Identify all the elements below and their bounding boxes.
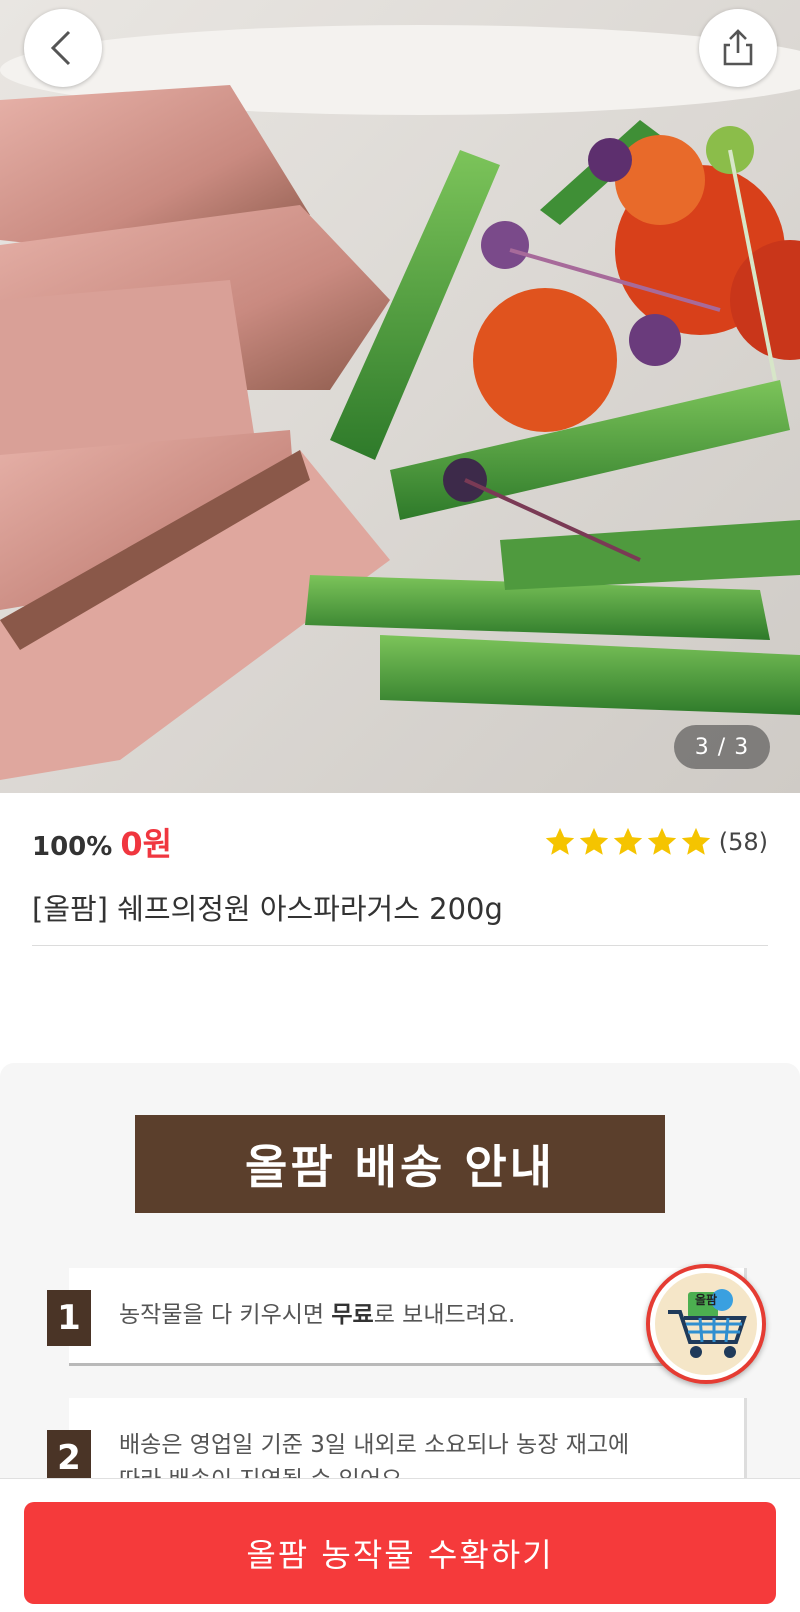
step-text-part: 로 보내드려요. xyxy=(373,1302,516,1328)
chevron-left-icon xyxy=(50,30,71,66)
bottom-bar: 올팜 농작물 수확하기 xyxy=(0,1478,800,1612)
shopping-cart-icon: 올팜 xyxy=(668,1289,747,1358)
product-photo xyxy=(0,0,800,793)
product-title: [올팜] 쉐프의정원 아스파라거스 200g xyxy=(32,892,503,926)
step-text: 농작물을 다 키우시면 무료로 보내드려요. xyxy=(119,1298,634,1333)
share-button[interactable] xyxy=(699,9,777,87)
price: 100% 0원 xyxy=(32,819,172,865)
star-icon xyxy=(613,827,642,855)
rating[interactable]: (58) xyxy=(543,825,768,859)
farm-cart-button[interactable]: 올팜 xyxy=(646,1264,766,1384)
step-number: 1 xyxy=(47,1290,91,1346)
sale-price: 0원 xyxy=(120,825,173,863)
back-button[interactable] xyxy=(24,9,102,87)
harvest-button[interactable]: 올팜 농작물 수확하기 xyxy=(24,1502,776,1604)
price-row: 100% 0원 (58) xyxy=(32,820,768,864)
star-rating xyxy=(543,825,713,859)
divider xyxy=(32,945,768,946)
review-count: (58) xyxy=(718,828,768,856)
fab-badge-label: 올팜 xyxy=(695,1292,717,1307)
star-icon xyxy=(647,827,676,855)
star-icon xyxy=(579,827,608,855)
guide-step: 1 농작물을 다 키우시면 무료로 보내드려요. xyxy=(47,1268,747,1366)
image-counter: 3 / 3 xyxy=(674,725,770,769)
share-icon xyxy=(723,29,753,66)
product-info: 100% 0원 (58) [올팜] 쉐프의정원 아스파라거스 200g xyxy=(32,820,768,928)
product-image-carousel[interactable]: 3 / 3 xyxy=(0,0,800,793)
star-icon xyxy=(545,827,574,855)
discount-rate: 100% xyxy=(32,832,113,862)
delivery-guide-banner: 올팜 배송 안내 xyxy=(135,1115,665,1213)
step-text-bold: 무료 xyxy=(331,1302,374,1328)
step-text-part: 농작물을 다 키우시면 xyxy=(119,1302,332,1328)
star-icon xyxy=(681,827,710,855)
